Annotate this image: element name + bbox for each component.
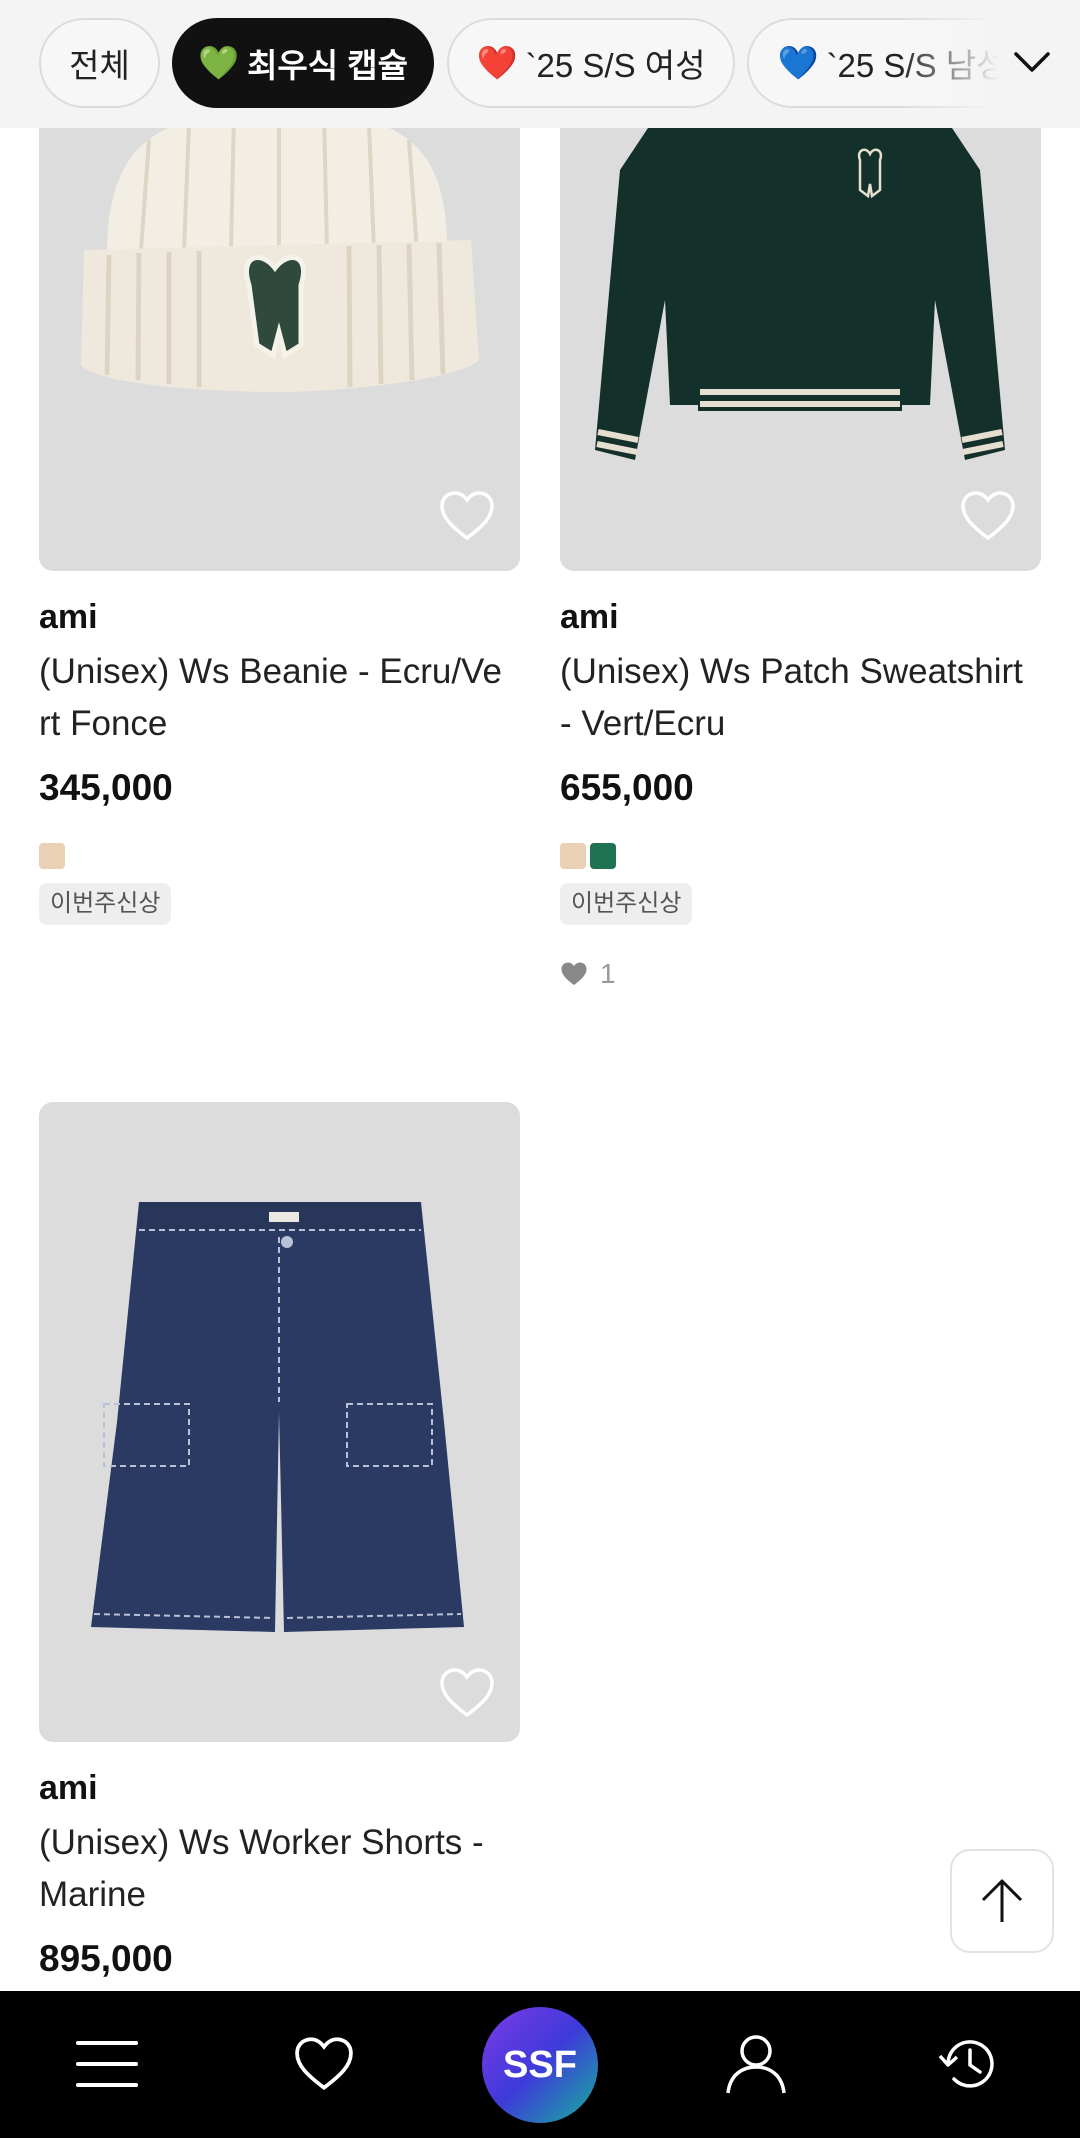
product-image[interactable] (39, 1102, 520, 1742)
chip-all[interactable]: 전체 (39, 18, 160, 108)
product-name[interactable]: (Unisex) Ws Worker Shorts - Marine (39, 1817, 509, 1921)
product-brand: ami (39, 598, 98, 636)
product-price: 655,000 (560, 767, 694, 808)
wishlist-icon[interactable] (279, 2019, 369, 2109)
shorts-image (91, 1202, 464, 1632)
home-button[interactable]: SSF (482, 2007, 598, 2123)
arrow-up-icon (981, 1879, 1023, 1922)
new-this-week-badge: 이번주신상 (560, 883, 693, 925)
green-heart-icon: 💚 (197, 43, 240, 81)
wishlist-heart-icon[interactable] (960, 490, 1016, 542)
color-swatches (560, 843, 616, 869)
filled-heart-icon (561, 962, 587, 985)
product-name[interactable]: (Unisex) Ws Patch Sweatshirt - Vert/Ecru (560, 646, 1030, 750)
product-card[interactable]: ami (Unisex) Ws Worker Shorts - Marine 8… (39, 1102, 520, 1991)
color-swatch (590, 843, 616, 869)
home-label: SSF (503, 2043, 577, 2086)
chip-25ss-women[interactable]: ❤️ `25 S/S 여성 (447, 18, 735, 108)
chip-choi-wooshik-capsule-label: 최우식 캡슐 (247, 47, 409, 84)
filter-chip-bar: 전체 💚 최우식 캡슐 ❤️ `25 S/S 여성 💙 `25 S/S 남성 (0, 0, 1080, 128)
bottom-navigation: SSF (0, 1991, 1080, 2138)
like-count: 1 (560, 958, 616, 990)
chip-choi-wooshik-capsule[interactable]: 💚 최우식 캡슐 (172, 18, 434, 108)
chip-all-label: 전체 (69, 47, 130, 84)
like-count-value: 1 (600, 958, 616, 989)
product-price: 345,000 (39, 767, 173, 808)
red-heart-icon: ❤️ (476, 43, 518, 81)
account-icon[interactable] (711, 2019, 801, 2109)
wishlist-heart-icon[interactable] (439, 1667, 495, 1719)
product-name[interactable]: (Unisex) Ws Beanie - Ecru/Vert Fonce (39, 646, 509, 750)
chip-25ss-women-label: `25 S/S 여성 (525, 47, 706, 84)
product-brand: ami (39, 1769, 98, 1807)
color-swatches (39, 843, 65, 869)
menu-icon[interactable] (62, 2019, 152, 2109)
blue-heart-icon: 💙 (777, 43, 819, 81)
color-swatch (560, 843, 586, 869)
product-brand: ami (560, 598, 619, 636)
recent-history-icon[interactable] (925, 2019, 1015, 2109)
product-price: 895,000 (39, 1938, 173, 1979)
new-this-week-badge: 이번주신상 (39, 883, 172, 925)
color-swatch (39, 843, 65, 869)
scroll-to-top-button[interactable] (950, 1849, 1054, 1953)
wishlist-heart-icon[interactable] (439, 490, 495, 542)
product-card[interactable]: ami (Unisex) Ws Beanie - Ecru/Vert Fonce… (39, 0, 520, 960)
product-card[interactable]: ami (Unisex) Ws Patch Sweatshirt - Vert/… (560, 0, 1041, 1000)
chevron-down-icon[interactable] (1006, 36, 1058, 88)
